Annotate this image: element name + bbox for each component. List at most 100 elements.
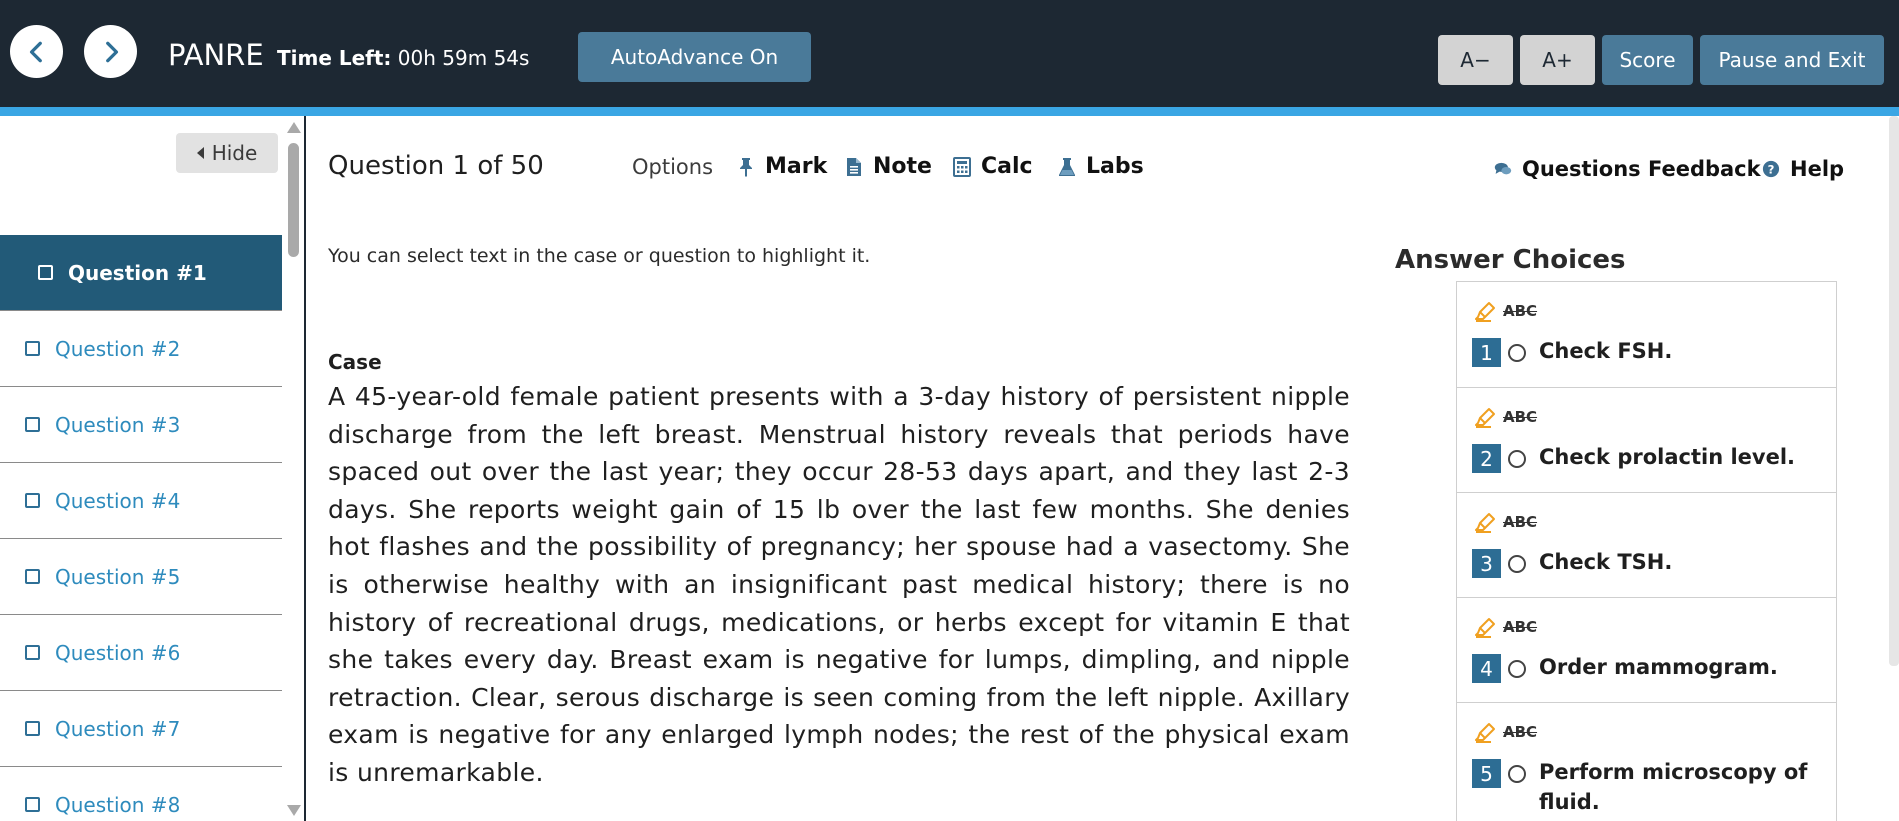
question-checkbox[interactable] bbox=[25, 721, 40, 736]
scroll-down-arrow[interactable] bbox=[287, 805, 301, 816]
sidebar-question-3[interactable]: Question #3 bbox=[0, 387, 282, 463]
top-bar: PANRE Time Left: 00h 59m 54s AutoAdvance… bbox=[0, 0, 1899, 107]
answer-number: 5 bbox=[1472, 759, 1501, 788]
answer-choices-panel: ABC 1 Check FSH. ABC 2 Check prolactin level.… bbox=[1456, 281, 1837, 821]
answer-tools: ABC bbox=[1475, 300, 1537, 322]
page-scrollbar[interactable] bbox=[1889, 116, 1899, 666]
answer-choice-2[interactable]: ABC 2 Check prolactin level. bbox=[1457, 388, 1836, 493]
sidebar-question-1[interactable]: Question #1 bbox=[0, 235, 282, 311]
strikethrough-button[interactable]: ABC bbox=[1503, 408, 1537, 426]
font-decrease-button[interactable]: A− bbox=[1438, 35, 1513, 85]
scroll-thumb[interactable] bbox=[288, 143, 299, 257]
scroll-up-arrow[interactable] bbox=[287, 122, 301, 133]
calc-label: Calc bbox=[981, 154, 1033, 179]
sidebar-scrollbar[interactable] bbox=[285, 116, 302, 821]
strikethrough-button[interactable]: ABC bbox=[1503, 302, 1537, 320]
case-text[interactable]: A 45-year-old female patient presents wi… bbox=[328, 378, 1350, 792]
sidebar-question-6[interactable]: Question #6 bbox=[0, 615, 282, 691]
highlighter-icon[interactable] bbox=[1475, 616, 1497, 638]
strikethrough-button[interactable]: ABC bbox=[1503, 723, 1537, 741]
chevron-left-icon bbox=[29, 41, 42, 62]
sidebar-divider bbox=[304, 116, 306, 821]
question-list: Question #1 Question #2 Question #3 Questio… bbox=[0, 235, 282, 821]
calc-button[interactable]: Calc bbox=[953, 154, 1033, 179]
help-label: Help bbox=[1790, 157, 1845, 181]
time-left-value: 00h 59m 54s bbox=[397, 46, 530, 70]
answer-choice-1[interactable]: ABC 1 Check FSH. bbox=[1457, 282, 1836, 388]
answer-number: 2 bbox=[1472, 444, 1501, 473]
answer-number: 4 bbox=[1472, 654, 1501, 683]
highlighter-icon[interactable] bbox=[1475, 511, 1497, 533]
question-label: Question #6 bbox=[55, 640, 181, 665]
svg-text:?: ? bbox=[1768, 163, 1775, 177]
sidebar-question-5[interactable]: Question #5 bbox=[0, 539, 282, 615]
comments-icon bbox=[1494, 162, 1512, 175]
note-button[interactable]: Note bbox=[845, 154, 932, 179]
auto-advance-button[interactable]: AutoAdvance On bbox=[578, 32, 811, 82]
next-button[interactable] bbox=[84, 25, 137, 78]
question-label: Question #4 bbox=[55, 488, 181, 513]
sidebar-question-2[interactable]: Question #2 bbox=[0, 311, 282, 387]
question-checkbox[interactable] bbox=[25, 493, 40, 508]
question-checkbox[interactable] bbox=[25, 417, 40, 432]
answer-choice-5[interactable]: ABC 5 Perform microscopy of fluid. bbox=[1457, 703, 1836, 821]
answer-radio[interactable] bbox=[1508, 660, 1526, 678]
answer-tools: ABC bbox=[1475, 406, 1537, 428]
sidebar-question-7[interactable]: Question #7 bbox=[0, 691, 282, 767]
question-checkbox[interactable] bbox=[25, 569, 40, 584]
question-checkbox[interactable] bbox=[25, 797, 40, 812]
score-button[interactable]: Score bbox=[1602, 35, 1693, 85]
question-label: Question #2 bbox=[55, 336, 181, 361]
answer-radio[interactable] bbox=[1508, 344, 1526, 362]
question-checkbox[interactable] bbox=[38, 265, 53, 280]
answer-text[interactable]: Check FSH. bbox=[1539, 336, 1819, 366]
note-icon bbox=[847, 157, 861, 176]
answer-text[interactable]: Perform microscopy of fluid. bbox=[1539, 757, 1819, 817]
hide-sidebar-button[interactable]: Hide bbox=[176, 133, 278, 173]
calculator-icon bbox=[953, 156, 971, 177]
question-label: Question #5 bbox=[55, 564, 181, 589]
answer-choice-4[interactable]: ABC 4 Order mammogram. bbox=[1457, 598, 1836, 703]
previous-button[interactable] bbox=[10, 25, 63, 78]
time-left: Time Left: 00h 59m 54s bbox=[277, 46, 529, 70]
note-label: Note bbox=[873, 154, 932, 179]
answer-tools: ABC bbox=[1475, 721, 1537, 743]
options-label: Options bbox=[632, 155, 714, 179]
answer-radio[interactable] bbox=[1508, 555, 1526, 573]
question-sidebar: Hide Question #1 Question #2 Question #3 Qu… bbox=[0, 116, 282, 821]
case-heading: Case bbox=[328, 350, 382, 374]
highlighter-icon[interactable] bbox=[1475, 300, 1497, 322]
sidebar-question-8[interactable]: Question #8 bbox=[0, 767, 282, 821]
question-label: Question #7 bbox=[55, 716, 181, 741]
labs-button[interactable]: Labs bbox=[1058, 154, 1144, 179]
highlight-hint: You can select text in the case or quest… bbox=[328, 245, 871, 267]
answer-radio[interactable] bbox=[1508, 450, 1526, 468]
strikethrough-button[interactable]: ABC bbox=[1503, 513, 1537, 531]
answer-text[interactable]: Order mammogram. bbox=[1539, 652, 1819, 682]
answer-choice-3[interactable]: ABC 3 Check TSH. bbox=[1457, 493, 1836, 598]
sidebar-question-4[interactable]: Question #4 bbox=[0, 463, 282, 539]
answer-radio[interactable] bbox=[1508, 765, 1526, 783]
pause-exit-button[interactable]: Pause and Exit bbox=[1700, 35, 1884, 85]
highlighter-icon[interactable] bbox=[1475, 721, 1497, 743]
font-increase-button[interactable]: A+ bbox=[1520, 35, 1595, 85]
mark-label: Mark bbox=[765, 154, 828, 179]
question-title: Question 1 of 50 bbox=[328, 151, 544, 181]
question-label: Question #3 bbox=[55, 412, 181, 437]
help-button[interactable]: ? Help bbox=[1762, 157, 1844, 181]
question-checkbox[interactable] bbox=[25, 341, 40, 356]
strikethrough-button[interactable]: ABC bbox=[1503, 618, 1537, 636]
caret-left-icon bbox=[196, 147, 204, 159]
top-bar-accent bbox=[0, 107, 1899, 116]
question-label: Question #1 bbox=[68, 260, 207, 285]
answer-text[interactable]: Check TSH. bbox=[1539, 547, 1819, 577]
answer-number: 3 bbox=[1472, 549, 1501, 578]
answer-text[interactable]: Check prolactin level. bbox=[1539, 442, 1819, 472]
highlighter-icon[interactable] bbox=[1475, 406, 1497, 428]
questions-feedback-button[interactable]: Questions Feedback bbox=[1494, 157, 1761, 181]
chevron-right-icon bbox=[105, 41, 118, 62]
question-checkbox[interactable] bbox=[25, 645, 40, 660]
help-icon: ? bbox=[1762, 160, 1780, 178]
mark-button[interactable]: Mark bbox=[737, 154, 827, 179]
question-label: Question #8 bbox=[55, 792, 181, 817]
